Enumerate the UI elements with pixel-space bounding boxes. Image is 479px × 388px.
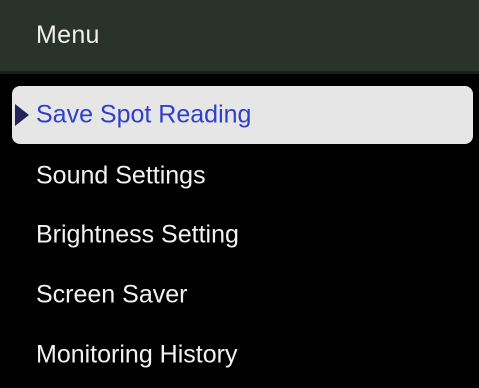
menu-item-brightness-setting[interactable]: Brightness Setting	[12, 206, 473, 264]
menu-title: Menu	[36, 21, 100, 49]
menu-item-label: Save Spot Reading	[36, 100, 252, 129]
menu-list: Save Spot Reading Sound Settings Brightn…	[0, 86, 479, 388]
menu-item-label: Brightness Setting	[36, 220, 239, 249]
menu-item-sound-settings[interactable]: Sound Settings	[12, 147, 473, 205]
menu-item-save-spot-reading[interactable]: Save Spot Reading	[12, 86, 473, 144]
menu-header: Menu	[0, 0, 479, 74]
menu-item-label: Screen Saver	[36, 280, 188, 309]
menu-item-label: Sound Settings	[36, 161, 206, 190]
triangle-right-icon	[15, 104, 29, 126]
menu-item-monitoring-history[interactable]: Monitoring History	[12, 326, 473, 384]
menu-item-label: Monitoring History	[36, 340, 238, 369]
menu-item-screen-saver[interactable]: Screen Saver	[12, 266, 473, 324]
